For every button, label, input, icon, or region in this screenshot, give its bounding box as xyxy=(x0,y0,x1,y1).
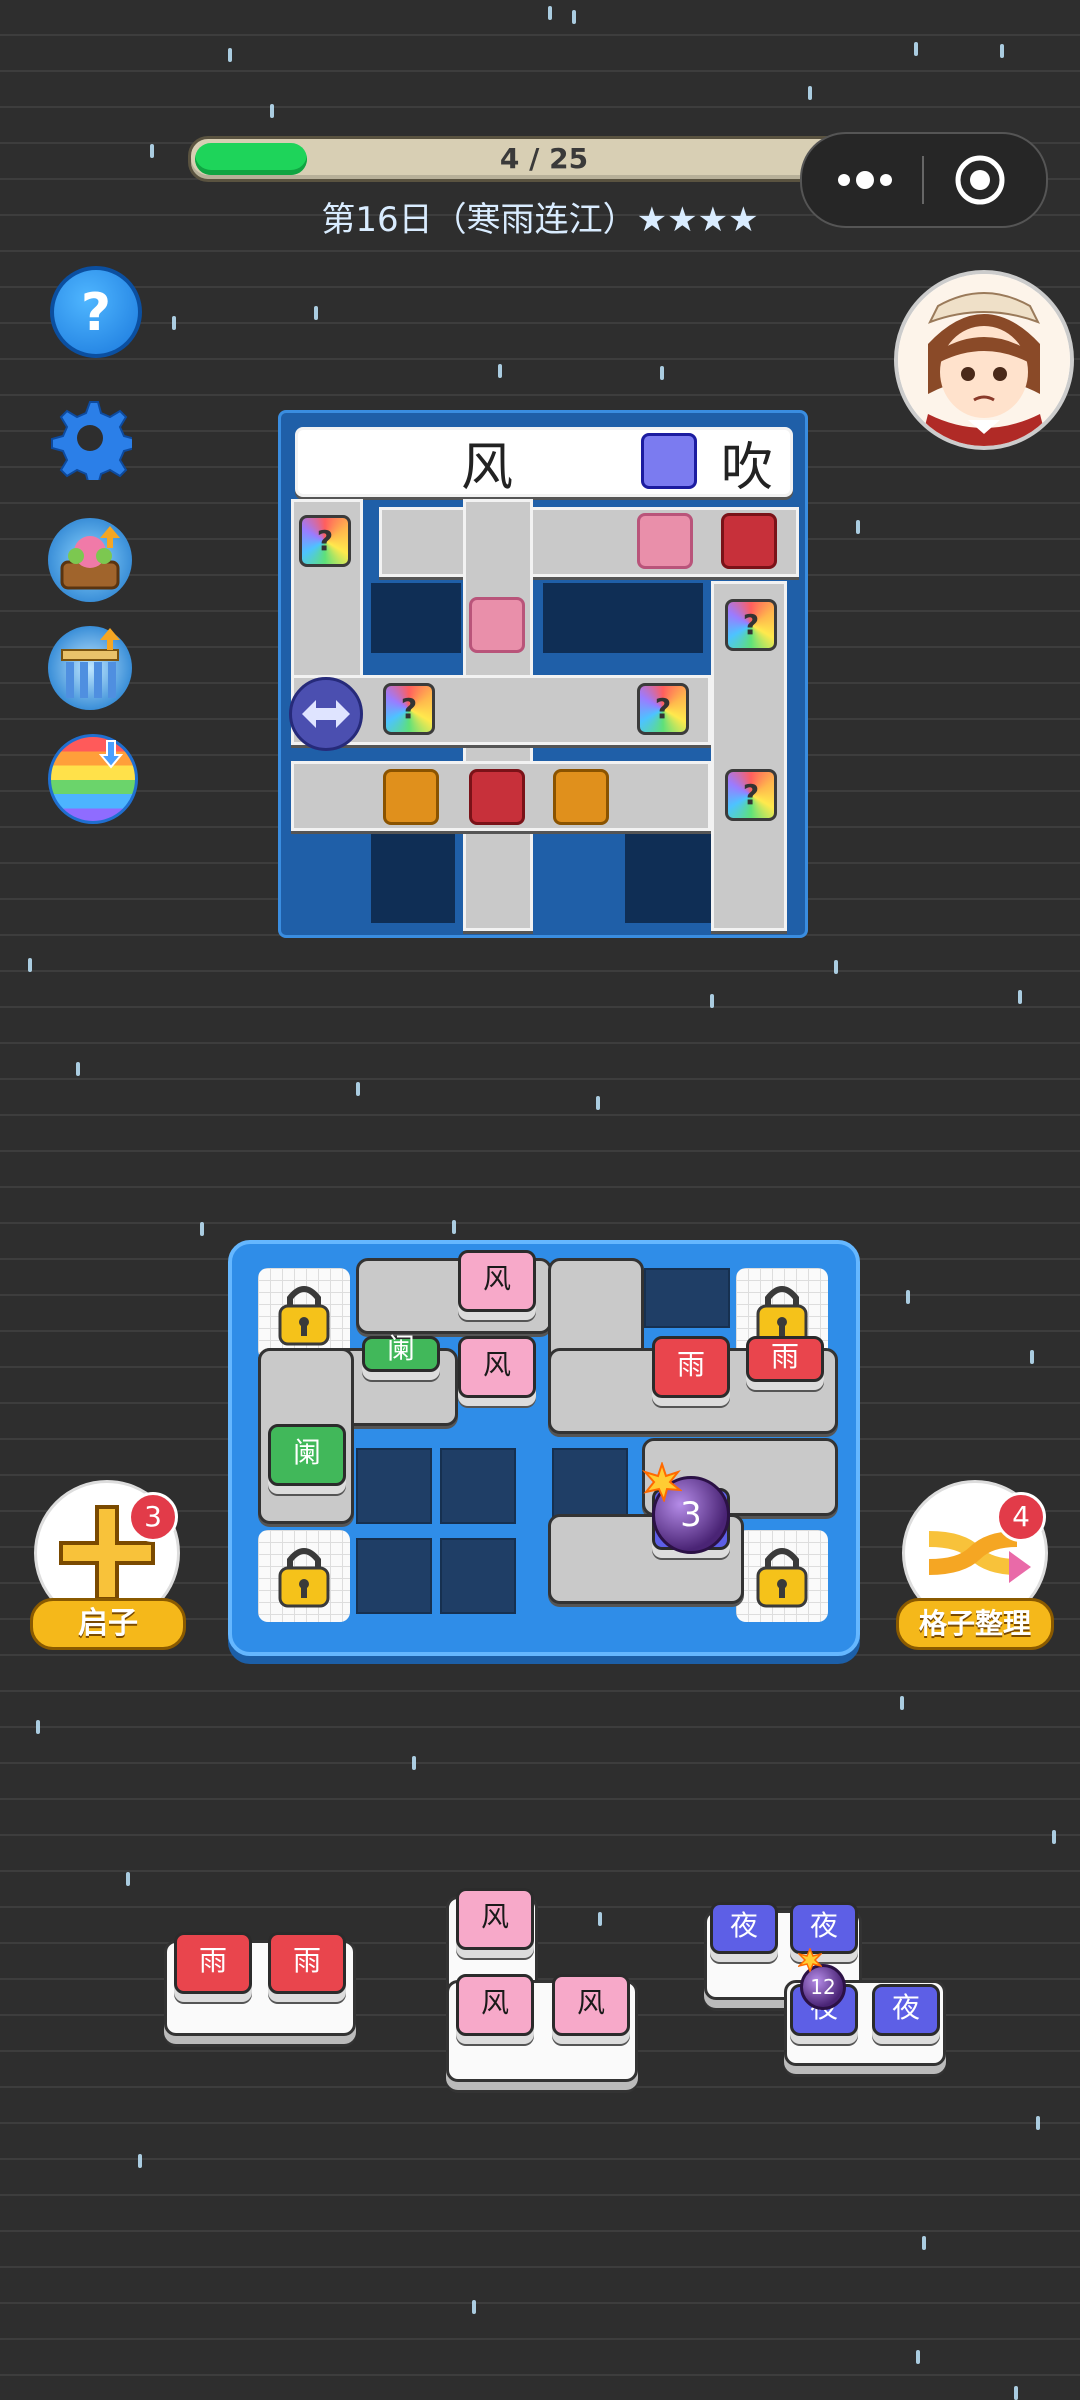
girl-avatar-icon[interactable] xyxy=(894,270,1074,450)
padlock-icon xyxy=(278,1548,330,1608)
target-preview-board: 风 吹 ? ? ? ? ? xyxy=(278,410,808,938)
block-yu[interactable]: 雨 xyxy=(652,1336,730,1398)
svg-text:?: ? xyxy=(81,283,111,343)
shuffle-count-badge: 4 xyxy=(996,1492,1046,1542)
spark-icon xyxy=(641,1460,684,1503)
gear-icon[interactable] xyxy=(48,396,136,486)
padlock-icon xyxy=(756,1548,808,1608)
preview-word-right: 吹 xyxy=(720,438,773,498)
preview-question-slot: ? xyxy=(299,515,351,567)
locked-cell xyxy=(258,1268,350,1360)
block-yu[interactable]: 雨 xyxy=(174,1932,252,1994)
block-ye[interactable]: 夜 xyxy=(710,1902,778,1954)
swap-arrows-icon xyxy=(289,677,363,751)
block-feng[interactable]: 风 xyxy=(458,1336,536,1398)
preview-question-slot: ? xyxy=(725,769,777,821)
locked-cell xyxy=(736,1530,828,1622)
preview-orange-slot xyxy=(383,769,439,825)
preview-red-slot xyxy=(721,513,777,569)
shuffle-tool-label[interactable]: 格子整理 xyxy=(896,1598,1054,1650)
padlock-icon xyxy=(278,1286,330,1346)
question-mark-icon[interactable]: ? xyxy=(50,266,142,358)
pillar-boost-icon[interactable] xyxy=(48,626,132,710)
flower-pot-icon[interactable] xyxy=(48,518,132,602)
block-feng[interactable]: 风 xyxy=(552,1974,630,2036)
preview-pink-slot xyxy=(469,597,525,653)
locked-cell xyxy=(258,1530,350,1622)
rainbow-icon[interactable] xyxy=(48,734,138,824)
level-progress-bar: 4 / 25 xyxy=(188,136,900,182)
preview-word-left: 风 xyxy=(460,438,513,498)
block-feng[interactable]: 风 xyxy=(458,1250,536,1312)
block-lan[interactable]: 阑 xyxy=(362,1335,440,1372)
preview-orange-slot xyxy=(553,769,609,825)
preview-blue-slot xyxy=(641,433,697,489)
progress-text: 4 / 25 xyxy=(499,142,589,175)
level-title: 第16日（寒雨连江）★★★★ xyxy=(321,200,759,240)
preview-question-slot: ? xyxy=(637,683,689,735)
spark-icon xyxy=(796,1947,824,1973)
preview-pink-slot xyxy=(637,513,693,569)
block-feng[interactable]: 风 xyxy=(456,1974,534,2036)
block-ye[interactable]: 夜 xyxy=(872,1984,940,2036)
preview-question-slot: ? xyxy=(725,599,777,651)
preview-red-slot xyxy=(469,769,525,825)
corkscrew-count-badge: 3 xyxy=(128,1492,178,1542)
main-puzzle-board: 风 阑 风 雨 雨 阑 3 xyxy=(228,1240,860,1656)
preview-question-slot: ? xyxy=(383,683,435,735)
block-lan[interactable]: 阑 xyxy=(268,1424,346,1486)
block-feng[interactable]: 风 xyxy=(456,1888,534,1950)
corkscrew-tool-label[interactable]: 启子 xyxy=(30,1598,186,1650)
block-yu[interactable]: 雨 xyxy=(268,1932,346,1994)
block-ye[interactable]: 夜 xyxy=(790,1902,858,1954)
block-yu[interactable]: 雨 xyxy=(746,1336,824,1382)
